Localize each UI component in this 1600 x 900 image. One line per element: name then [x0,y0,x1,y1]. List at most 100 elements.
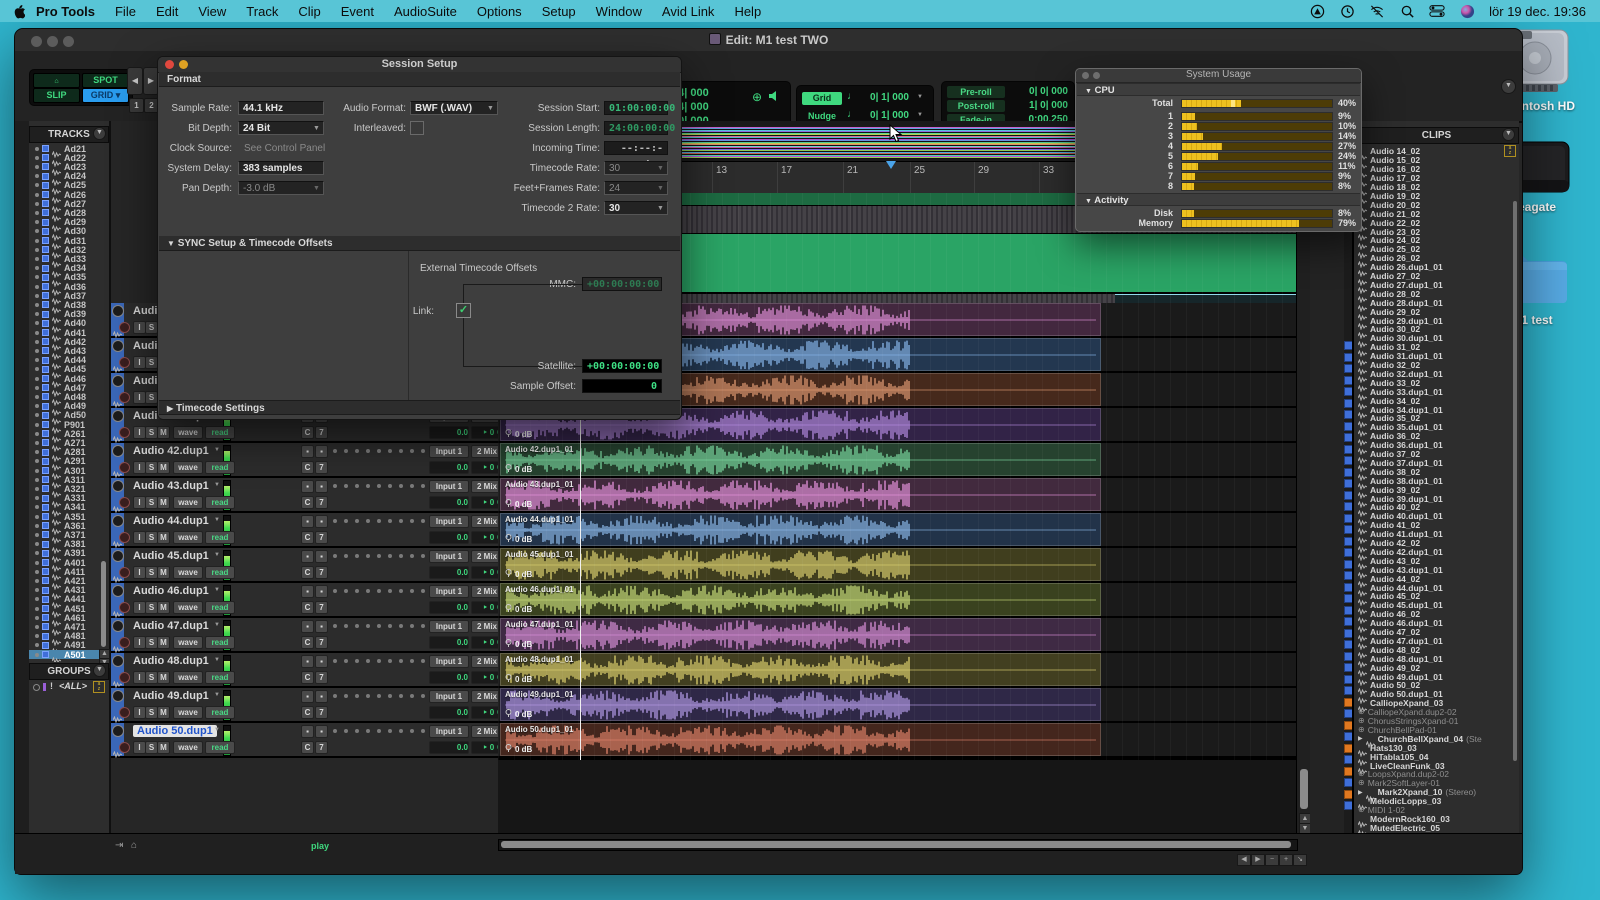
track-header[interactable]: Audio 48.dup1▼ISMwaveread▪▪C7Input 12 Mi… [111,653,498,688]
automation-dot-icon[interactable] [333,694,337,698]
mute-button[interactable]: M [157,706,170,719]
volume-display[interactable]: 0.0 [429,636,469,649]
automation-dot-icon[interactable] [410,554,414,558]
comments-button[interactable]: C [301,741,314,754]
track-show-dot-icon[interactable] [35,312,39,316]
automation-dot-icon[interactable] [355,624,359,628]
track-show-dot-icon[interactable] [35,450,39,454]
track-name[interactable]: Audio 46.dup1 [133,585,209,597]
clip-volume-label[interactable]: 0 dB [505,429,532,439]
track-show-dot-icon[interactable] [35,459,39,463]
track-show-dot-icon[interactable] [35,634,39,638]
comments-button[interactable]: C [301,496,314,509]
automation-dot-icon[interactable] [355,484,359,488]
automation-dot-icon[interactable] [399,729,403,733]
clip-volume-label[interactable]: 0 dB [505,674,532,684]
track-list-item[interactable]: Ad50 [29,411,107,420]
track-list-item[interactable]: Ad25 [29,181,107,190]
playhead-marker[interactable] [886,161,896,169]
track-view-selector[interactable]: wave [173,426,203,439]
audio-clip[interactable]: Audio 42.dup1_010 dB [500,443,1101,476]
automation-dot-icon[interactable] [421,554,425,558]
activity-section-header[interactable]: ▼ Activity [1077,193,1360,206]
track-list-item[interactable]: Ad44 [29,356,107,365]
record-enable-button[interactable] [119,637,130,648]
automation-mode-button[interactable]: read [205,741,235,754]
automation-dot-icon[interactable] [421,659,425,663]
automation-dot-icon[interactable] [355,554,359,558]
globe-icon[interactable]: ⊕ [752,90,762,104]
keyboard-focus-icon[interactable]: az [93,681,105,693]
track-lane[interactable]: Audio 46.dup1_010 dB [498,583,1296,618]
automation-chip[interactable]: ▪ [315,515,328,528]
playlist-selector-icon[interactable] [112,585,124,597]
automation-dot-icon[interactable] [333,519,337,523]
record-enable-button[interactable] [119,707,130,718]
automation-mode-button[interactable]: read [205,566,235,579]
automation-dot-icon[interactable] [333,449,337,453]
track-show-dot-icon[interactable] [35,625,39,629]
automation-mode-button[interactable]: read [205,461,235,474]
bit-depth-select[interactable]: 24 Bit [238,121,324,135]
automation-dot-icon[interactable] [344,659,348,663]
grid-mode-button[interactable]: GRID ▾ [82,88,129,103]
input-selector[interactable]: Input 1 [429,550,469,563]
automation-dot-icon[interactable] [388,659,392,663]
automation-dot-icon[interactable] [366,449,370,453]
audio-clip[interactable]: Audio 43.dup1_010 dB [500,478,1101,511]
clips-scrollbar[interactable] [1513,201,1517,761]
record-enable-button[interactable] [119,462,130,473]
speaker-icon[interactable] [768,90,781,102]
track-name-caret-icon[interactable]: ▼ [214,447,220,453]
track-show-dot-icon[interactable] [35,294,39,298]
pre-roll-value[interactable]: 0| 0| 000 [998,86,1068,97]
mute-button[interactable]: M [157,496,170,509]
playlist-selector-icon[interactable] [112,480,124,492]
track-list-item[interactable]: Ad40 [29,319,107,328]
track-list-item[interactable]: Ad35 [29,273,107,282]
automation-dot-icon[interactable] [410,694,414,698]
record-enable-button[interactable] [119,602,130,613]
automation-chip[interactable]: ▪ [315,445,328,458]
sync-section-header[interactable]: ▼ SYNC Setup & Timecode Offsets [159,236,680,251]
audio-clip[interactable]: Audio 50.dup1_010 dB [500,723,1101,756]
menu-window[interactable]: Window [586,4,652,19]
track-show-dot-icon[interactable] [35,220,39,224]
grid-value-toggle[interactable]: Grid [802,92,842,105]
track-name-caret-icon[interactable]: ▼ [214,517,220,523]
dsp-button[interactable]: 7 [315,426,328,439]
playlist-selector-icon[interactable] [112,690,124,702]
track-name[interactable]: Audio 44.dup1 [133,515,209,527]
comments-button[interactable]: C [301,531,314,544]
track-show-dot-icon[interactable] [35,147,39,151]
track-list-item[interactable]: Ad39 [29,310,107,319]
track-lane[interactable]: Audio 48.dup1_010 dB [498,653,1296,688]
menu-clock[interactable]: lör 19 dec. 19:36 [1489,4,1586,19]
automation-dot-icon[interactable] [366,484,370,488]
dsp-button[interactable]: 7 [315,461,328,474]
menu-track[interactable]: Track [236,4,288,19]
chevron-down-icon[interactable]: ▼ [917,112,923,118]
automation-chip[interactable]: ▪ [301,550,314,563]
track-lane[interactable]: Audio 45.dup1_010 dB [498,548,1296,583]
track-lane[interactable]: Audio 43.dup1_010 dB [498,478,1296,513]
track-show-dot-icon[interactable] [35,165,39,169]
automation-dot-icon[interactable] [410,449,414,453]
track-header[interactable]: Audio 43.dup1▼ISMwaveread▪▪C7Input 12 Mi… [111,478,498,513]
track-list-item[interactable]: Ad29 [29,218,107,227]
track-show-dot-icon[interactable] [35,340,39,344]
track-list-item[interactable]: A391 [29,549,107,558]
automation-chip[interactable]: ▪ [315,655,328,668]
track-list-item[interactable]: Ad45 [29,365,107,374]
mute-button[interactable]: M [157,426,170,439]
automation-chip[interactable]: ▪ [315,690,328,703]
comments-button[interactable]: C [301,566,314,579]
playlist-selector-icon[interactable] [112,725,124,737]
track-list-item[interactable]: A371 [29,530,107,539]
track-show-dot-icon[interactable] [35,395,39,399]
automation-dot-icon[interactable] [344,624,348,628]
audio-clip[interactable]: Audio 47.dup1_010 dB [500,618,1101,651]
track-list-item[interactable]: Ad49 [29,402,107,411]
automation-chip[interactable]: ▪ [301,515,314,528]
track-show-dot-icon[interactable] [35,487,39,491]
